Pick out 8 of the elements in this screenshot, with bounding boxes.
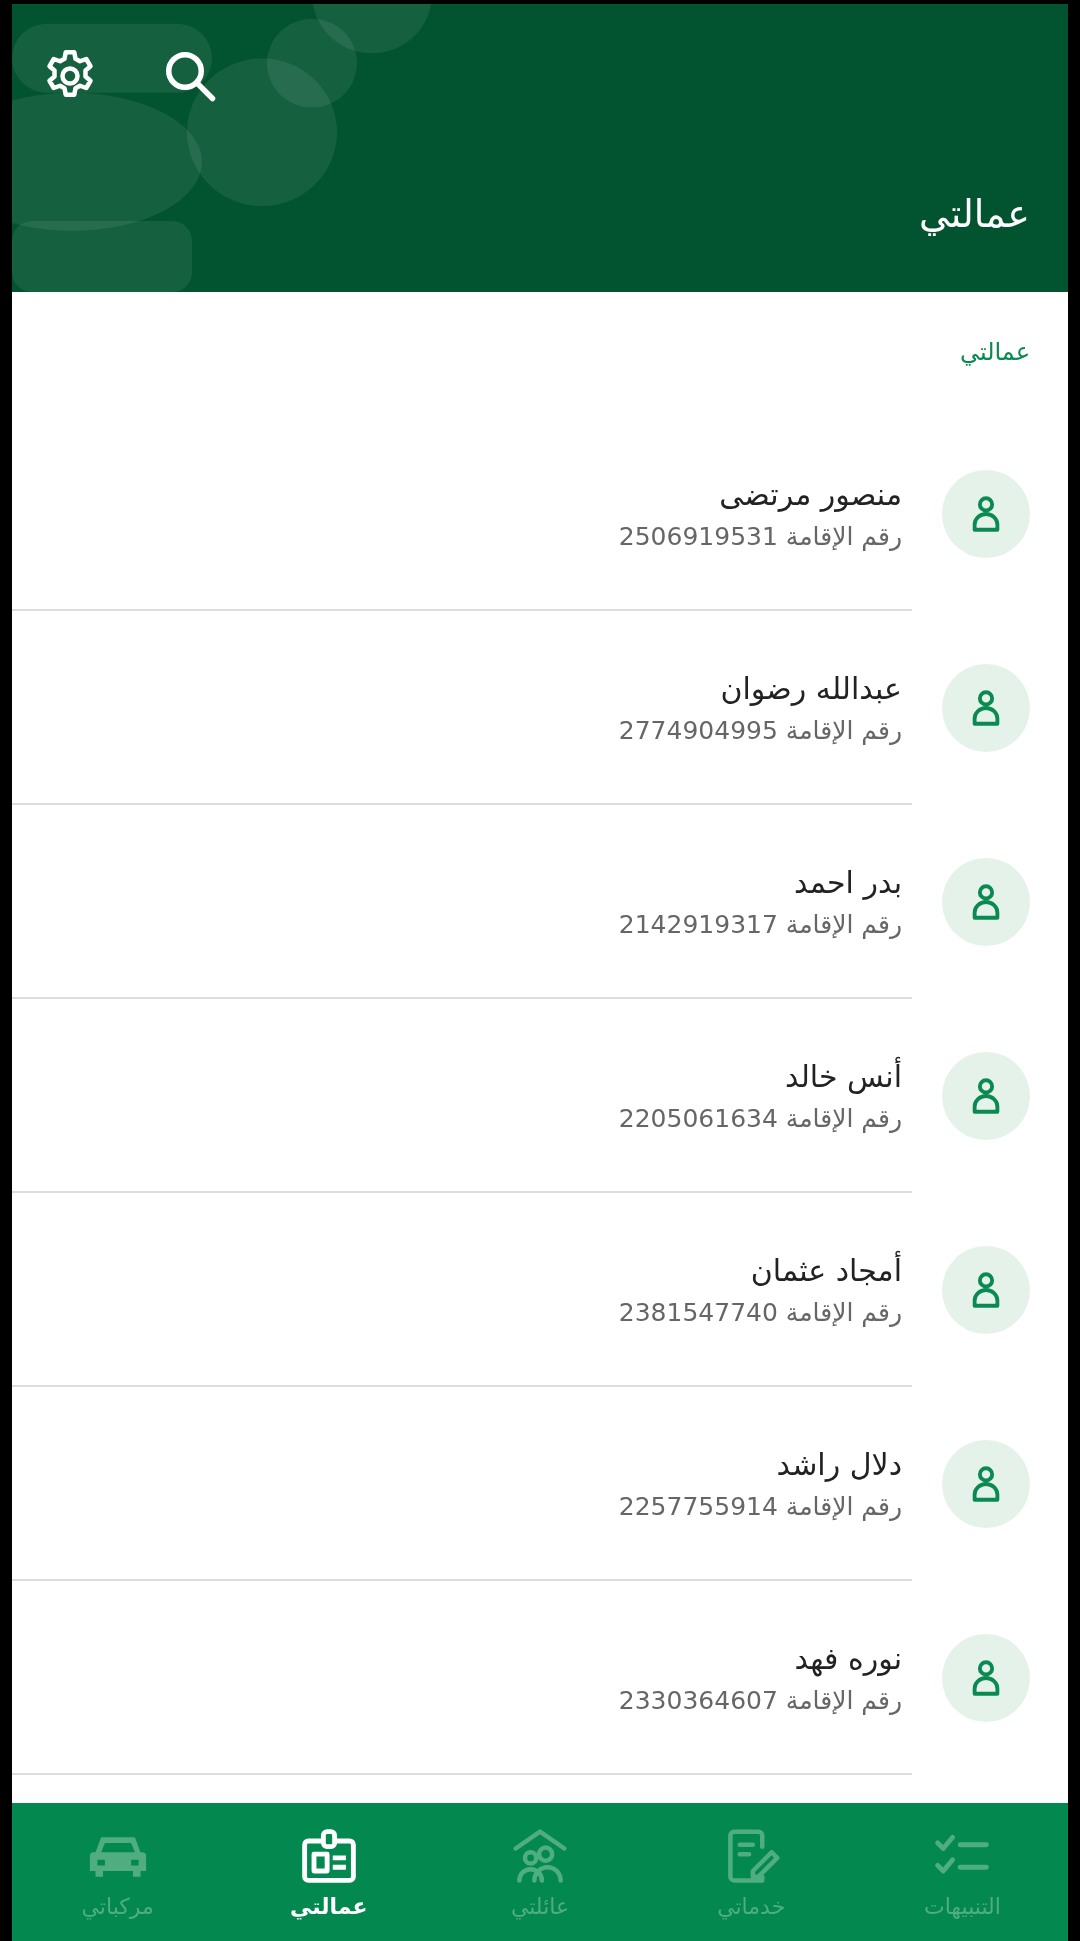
worker-name: بدر احمد [792,865,902,900]
nav-tab[interactable]: عمالتي [223,1803,435,1941]
worker-name: عبدالله رضوان [719,671,902,706]
worker-name: نوره فهد [793,1641,902,1676]
section-label: عمالتي [958,337,1031,368]
worker-name: دلال راشد [775,1447,902,1482]
page-title: عمالتي [919,192,1030,236]
worker-name: منصور مرتضى [718,477,902,512]
